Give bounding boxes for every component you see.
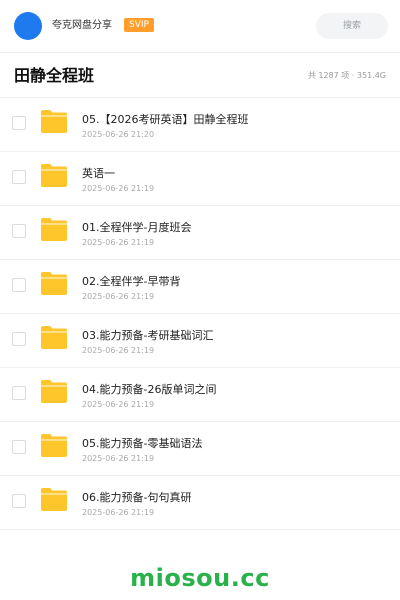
folder-icon — [41, 434, 67, 457]
item-checkbox[interactable] — [12, 116, 26, 130]
share-owner-name: 夸克网盘分享 — [52, 20, 112, 31]
list-item[interactable]: 04.能力预备-26版单词之间 2025-06-26 21:19 — [0, 368, 400, 422]
folder-icon — [41, 272, 67, 295]
list-item[interactable]: 05.能力预备-零基础语法 2025-06-26 21:19 — [0, 422, 400, 476]
item-checkbox[interactable] — [12, 170, 26, 184]
item-checkbox[interactable] — [12, 386, 26, 400]
folder-icon — [41, 110, 67, 133]
list-item[interactable]: 英语一 2025-06-26 21:19 — [0, 152, 400, 206]
folder-icon — [41, 218, 67, 241]
item-checkbox[interactable] — [12, 278, 26, 292]
item-name: 05.【2026考研英语】田静全程班 — [82, 113, 249, 126]
folder-icon — [41, 488, 67, 511]
folder-icon — [41, 380, 67, 403]
list-item[interactable]: 05.【2026考研英语】田静全程班 2025-06-26 21:20 — [0, 98, 400, 152]
item-date: 2025-06-26 21:19 — [82, 454, 155, 463]
list-item[interactable]: 01.全程伴学-月度班会 2025-06-26 21:19 — [0, 206, 400, 260]
folder-summary: 共 1287 项 · 351.4G — [307, 71, 386, 80]
page-title: 田静全程班 — [14, 66, 95, 85]
item-checkbox[interactable] — [12, 440, 26, 454]
search-button[interactable]: 搜索 — [316, 13, 388, 39]
item-checkbox[interactable] — [12, 494, 26, 508]
site-watermark: miosou.cc — [130, 564, 270, 592]
item-name: 04.能力预备-26版单词之间 — [82, 383, 217, 396]
item-name: 03.能力预备-考研基础词汇 — [82, 329, 214, 342]
item-date: 2025-06-26 21:19 — [82, 238, 155, 247]
list-item[interactable]: 06.能力预备-句句真研 2025-06-26 21:19 — [0, 476, 400, 530]
item-date: 2025-06-26 21:19 — [82, 508, 155, 517]
item-name: 05.能力预备-零基础语法 — [82, 437, 203, 450]
folder-icon — [41, 326, 67, 349]
file-list: 05.【2026考研英语】田静全程班 2025-06-26 21:20 英语一 … — [0, 98, 400, 530]
avatar[interactable] — [14, 12, 42, 40]
item-name: 英语一 — [82, 167, 115, 180]
item-date: 2025-06-26 21:20 — [82, 130, 155, 139]
item-date: 2025-06-26 21:19 — [82, 184, 155, 193]
item-date: 2025-06-26 21:19 — [82, 346, 155, 355]
item-name: 06.能力预备-句句真研 — [82, 491, 192, 504]
list-item[interactable]: 02.全程伴学-早带背 2025-06-26 21:19 — [0, 260, 400, 314]
svip-badge: SVIP — [124, 18, 154, 32]
item-date: 2025-06-26 21:19 — [82, 292, 155, 301]
item-checkbox[interactable] — [12, 224, 26, 238]
top-bar: 夸克网盘分享 SVIP 搜索 — [0, 0, 400, 52]
folder-icon — [41, 164, 67, 187]
item-name: 02.全程伴学-早带背 — [82, 275, 181, 288]
list-item[interactable]: 03.能力预备-考研基础词汇 2025-06-26 21:19 — [0, 314, 400, 368]
folder-header: 田静全程班 共 1287 项 · 351.4G — [0, 53, 400, 97]
item-checkbox[interactable] — [12, 332, 26, 346]
item-date: 2025-06-26 21:19 — [82, 400, 155, 409]
item-name: 01.全程伴学-月度班会 — [82, 221, 192, 234]
